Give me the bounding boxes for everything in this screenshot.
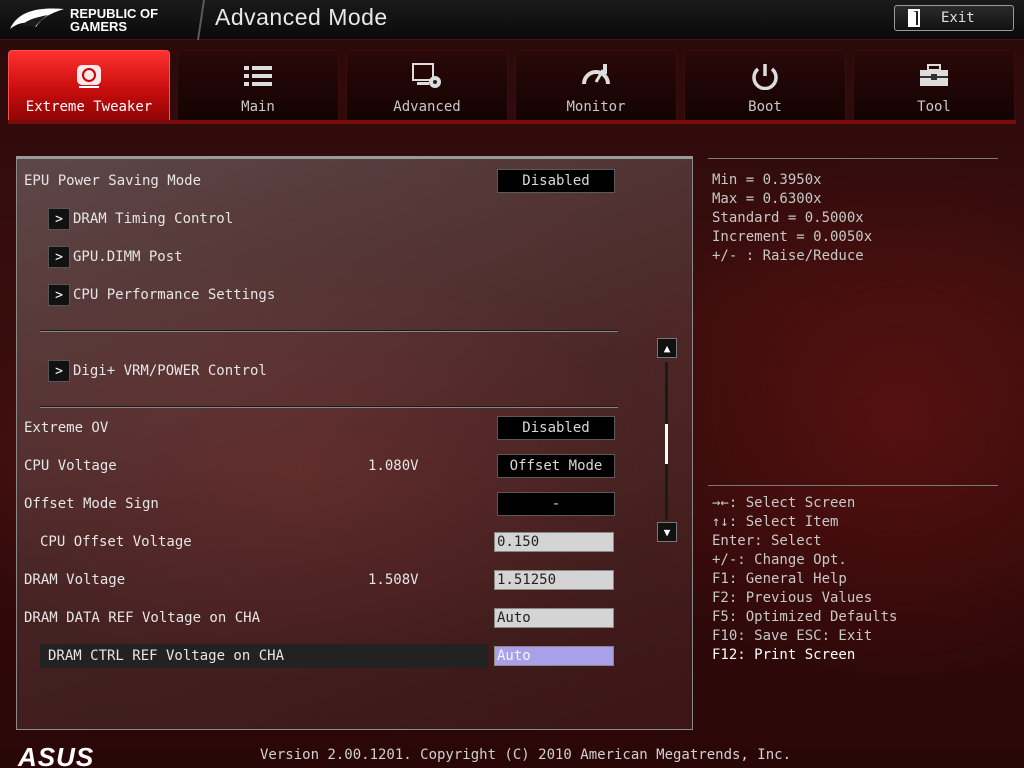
exit-button[interactable]: Exit [894, 5, 1014, 31]
triangle-down-icon: ▼ [663, 525, 671, 539]
tab-main[interactable]: Main [177, 50, 339, 122]
rog-eye-icon [10, 8, 64, 29]
tab-boot[interactable]: Boot [684, 50, 846, 122]
help-change-opt: +/-: Change Opt. [712, 552, 847, 568]
scroll-up-button[interactable]: ▲ [657, 338, 677, 358]
help-f5: F5: Optimized Defaults [712, 609, 898, 625]
page-title: Advanced Mode [215, 4, 388, 30]
cpu-voltage-reading: 1.080V [368, 458, 419, 474]
setting-label: DRAM Voltage [24, 572, 126, 588]
setting-label: Extreme OV [24, 420, 109, 436]
help-top-divider [708, 485, 998, 486]
menu-label: CPU Performance Settings [73, 287, 276, 303]
scroll-down-button[interactable]: ▼ [657, 522, 677, 542]
setting-label: EPU Power Saving Mode [24, 173, 202, 189]
exit-door-icon [908, 9, 920, 27]
tab-extreme-tweaker[interactable]: Extreme Tweaker [8, 50, 170, 122]
panel-top-border [16, 156, 693, 159]
top-bar: REPUBLIC OF GAMERS Advanced Mode Exit [0, 0, 1024, 40]
toolbox-icon [917, 61, 951, 91]
tab-advanced[interactable]: Advanced [346, 50, 508, 122]
info-standard: Standard = 0.5000x [712, 210, 864, 226]
tab-label: Monitor [566, 99, 626, 115]
tab-label: Tool [917, 99, 951, 115]
dram-voltage-reading: 1.508V [368, 572, 419, 588]
chevron-right-icon: > [48, 246, 70, 268]
logo-line-2: GAMERS [70, 19, 128, 34]
version-text: Version 2.00.1201. Copyright (C) 2010 Am… [260, 747, 792, 763]
scrollbar-thumb[interactable] [665, 424, 668, 464]
tab-tool[interactable]: Tool [853, 50, 1015, 122]
dram-data-ref-input[interactable]: Auto [494, 608, 614, 628]
tweaker-icon [72, 61, 106, 91]
tab-monitor[interactable]: Monitor [515, 50, 677, 122]
info-raise-reduce: +/- : Raise/Reduce [712, 248, 864, 264]
chevron-right-icon: > [48, 284, 70, 306]
menu-label: Digi+ VRM/POWER Control [73, 363, 267, 379]
setting-label: DRAM CTRL REF Voltage on CHA [48, 648, 285, 664]
menu-cpu-performance[interactable]: > CPU Performance Settings [48, 283, 628, 307]
title-separator [197, 0, 205, 40]
epu-select[interactable]: Disabled [497, 169, 615, 193]
section-divider [40, 406, 618, 408]
asus-logo: ASUS [18, 742, 95, 768]
dram-ctrl-ref-input[interactable]: Auto [494, 646, 614, 666]
advanced-settings-icon [410, 61, 444, 91]
help-f1: F1: General Help [712, 571, 847, 587]
info-max: Max = 0.6300x [712, 191, 822, 207]
menu-gpu-dimm-post[interactable]: > GPU.DIMM Post [48, 245, 628, 269]
chevron-right-icon: > [48, 208, 70, 230]
setting-label: DRAM DATA REF Voltage on CHA [24, 610, 261, 626]
cpu-offset-voltage-input[interactable]: 0.150 [494, 532, 614, 552]
triangle-up-icon: ▲ [663, 341, 671, 355]
menu-digi-vrm[interactable]: > Digi+ VRM/POWER Control [48, 359, 628, 383]
gauge-icon [579, 61, 613, 91]
info-top-divider [708, 158, 998, 159]
exit-label: Exit [941, 10, 975, 26]
tab-bar: Extreme Tweaker Main Advanced Monitor Bo… [8, 50, 1016, 122]
offset-sign-select[interactable]: - [497, 492, 615, 516]
help-f2: F2: Previous Values [712, 590, 873, 606]
menu-dram-timing[interactable]: > DRAM Timing Control [48, 207, 628, 231]
dram-voltage-input[interactable]: 1.51250 [494, 570, 614, 590]
help-select-screen: →←: Select Screen [712, 495, 856, 511]
tab-label: Main [241, 99, 275, 115]
rog-logo: REPUBLIC OF GAMERS [8, 3, 198, 37]
chevron-right-icon: > [48, 360, 70, 382]
tab-label: Boot [748, 99, 782, 115]
tab-label: Extreme Tweaker [25, 99, 153, 115]
info-increment: Increment = 0.0050x [712, 229, 873, 245]
info-min: Min = 0.3950x [712, 172, 822, 188]
key-help: →←: Select Screen ↑↓: Select Item Enter:… [712, 494, 897, 665]
help-f12: F12: Print Screen [712, 647, 856, 663]
setting-dram-ctrl-ref[interactable]: DRAM CTRL REF Voltage on CHA [40, 644, 488, 668]
menu-label: DRAM Timing Control [73, 211, 234, 227]
setting-label: CPU Offset Voltage [40, 534, 192, 550]
setting-label: CPU Voltage [24, 458, 117, 474]
extreme-ov-select[interactable]: Disabled [497, 416, 615, 440]
tab-underline [8, 120, 1016, 124]
section-divider [40, 330, 618, 332]
cpu-voltage-select[interactable]: Offset Mode [497, 454, 615, 478]
tab-label: Advanced [393, 99, 461, 115]
item-info: Min = 0.3950x Max = 0.6300x Standard = 0… [712, 171, 872, 266]
setting-label: Offset Mode Sign [24, 496, 159, 512]
power-icon [748, 61, 782, 91]
help-enter: Enter: Select [712, 533, 822, 549]
help-select-item: ↑↓: Select Item [712, 514, 839, 530]
list-icon [241, 61, 275, 91]
menu-label: GPU.DIMM Post [73, 249, 183, 265]
help-f10: F10: Save ESC: Exit [712, 628, 873, 644]
